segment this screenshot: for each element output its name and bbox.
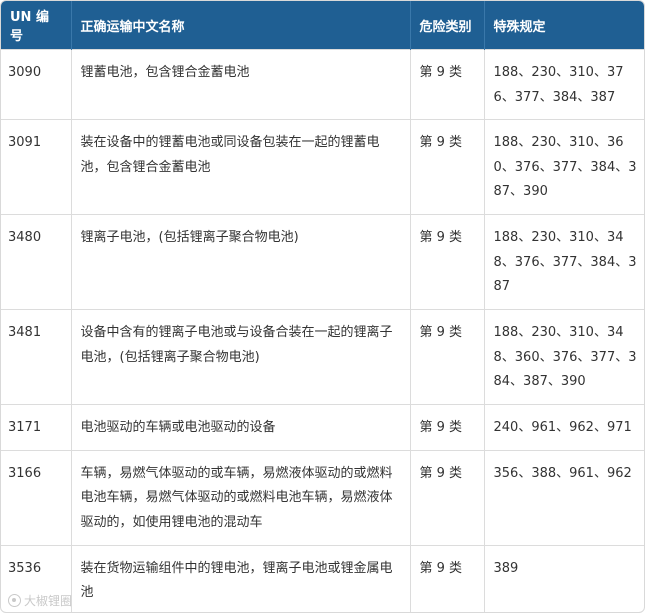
watermark: 大椒锂圈 — [8, 592, 72, 609]
special-provisions-cell: 240、961、962、971 — [484, 404, 644, 450]
table-row: 3480 锂离子电池，(包括锂离子聚合物电池) 第 9 类 188、230、310、3… — [1, 214, 644, 310]
table-row: 3090 锂蓄电池，包含锂合金蓄电池第 9 类 188、230、310、376、37… — [1, 49, 644, 120]
un-number-cell: 3090 — [1, 49, 72, 120]
shipping-name-cell: 车辆，易燃气体驱动的或车辆，易燃液体驱动的或燃料电池车辆，易燃气体驱动的或燃料电… — [71, 449, 411, 545]
special-provisions-cell: 188、230、310、348、360、376、377、384、387、390 — [484, 309, 644, 405]
hazard-class-cell: 第 9 类 — [410, 49, 485, 120]
un-number-cell: 3166 — [1, 449, 72, 545]
special-provisions-cell: 188、230、310、376、377、384、387 — [484, 49, 644, 120]
shipping-name-cell: 锂离子电池，(包括锂离子聚合物电池) — [71, 214, 411, 310]
header-special-provisions: 特殊规定 — [484, 1, 644, 50]
un-number-cell: 3171 — [1, 404, 72, 450]
special-provisions-cell: 356、388、961、962 — [484, 449, 644, 545]
table-header: UN 编号 正确运输中文名称 危险类别 特殊规定 — [1, 1, 644, 50]
table-row: 3171 电池驱动的车辆或电池驱动的设备第 9 类 240、961、962、971 — [1, 404, 644, 450]
table-row: 3166 车辆，易燃气体驱动的或车辆，易燃液体驱动的或燃料电池车辆，易燃气体驱动的… — [1, 449, 644, 545]
hazmat-table: UN 编号 正确运输中文名称 危险类别 特殊规定 3090 锂蓄电池，包含锂合金蓄… — [1, 1, 644, 612]
hazard-class-cell: 第 9 类 — [410, 214, 485, 310]
shipping-name-cell: 电池驱动的车辆或电池驱动的设备 — [71, 404, 411, 450]
shipping-name-cell: 设备中含有的锂离子电池或与设备合装在一起的锂离子电池，(包括锂离子聚合物电池) — [71, 309, 411, 405]
special-provisions-cell: 188、230、310、360、376、377、384、387、390 — [484, 119, 644, 215]
hazmat-table-container: UN 编号 正确运输中文名称 危险类别 特殊规定 3090 锂蓄电池，包含锂合金蓄… — [0, 0, 645, 613]
table-body: 3090 锂蓄电池，包含锂合金蓄电池第 9 类 188、230、310、376、37… — [1, 49, 644, 612]
watermark-text: 大椒锂圈 — [24, 594, 73, 608]
hazard-class-cell: 第 9 类 — [410, 119, 485, 215]
shipping-name-cell: 锂蓄电池，包含锂合金蓄电池 — [71, 49, 411, 120]
table-row: 3091 装在设备中的锂蓄电池或同设备包装在一起的锂蓄电池，包含锂合金蓄电池第 9… — [1, 119, 644, 215]
shipping-name-cell: 装在货物运输组件中的锂电池，锂离子电池或锂金属电池 — [71, 544, 411, 612]
hazard-class-cell: 第 9 类 — [410, 309, 485, 405]
table-row: 3536 装在货物运输组件中的锂电池，锂离子电池或锂金属电池第 9 类 389 — [1, 544, 644, 612]
special-provisions-cell: 188、230、310、348、376、377、384、387 — [484, 214, 644, 310]
shipping-name-cell: 装在设备中的锂蓄电池或同设备包装在一起的锂蓄电池，包含锂合金蓄电池 — [71, 119, 411, 215]
hazard-class-cell: 第 9 类 — [410, 544, 485, 612]
table-row: 3481 设备中含有的锂离子电池或与设备合装在一起的锂离子电池，(包括锂离子聚合物… — [1, 309, 644, 405]
watermark-logo-icon — [8, 594, 21, 607]
un-number-cell: 3480 — [1, 214, 72, 310]
un-number-cell: 3091 — [1, 119, 72, 215]
header-row: UN 编号 正确运输中文名称 危险类别 特殊规定 — [1, 1, 644, 50]
header-shipping-name: 正确运输中文名称 — [71, 1, 411, 50]
header-hazard-class: 危险类别 — [410, 1, 485, 50]
hazard-class-cell: 第 9 类 — [410, 404, 485, 450]
header-un-number: UN 编号 — [1, 1, 72, 50]
hazard-class-cell: 第 9 类 — [410, 449, 485, 545]
un-number-cell: 3481 — [1, 309, 72, 405]
special-provisions-cell: 389 — [484, 544, 644, 612]
